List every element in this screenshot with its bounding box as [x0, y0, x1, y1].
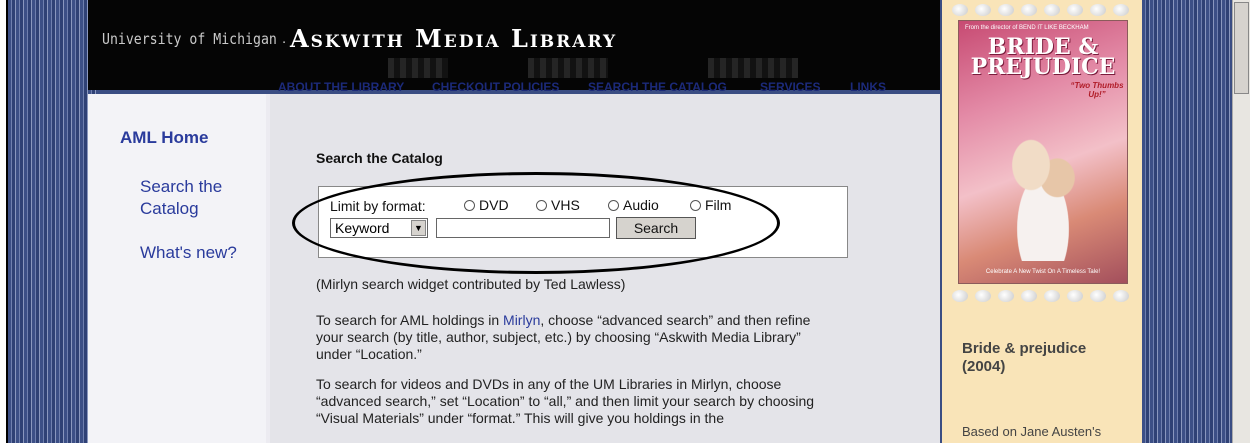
radio-button-icon[interactable]	[690, 199, 701, 211]
poster-quote: “Two Thumbs Up!”	[1070, 81, 1124, 99]
featured-movie-description: Based on Jane Austen's	[962, 424, 1102, 439]
bead-icon	[998, 290, 1014, 302]
chevron-down-icon[interactable]: ▼	[411, 220, 426, 236]
bead-icon	[952, 290, 968, 302]
bead-icon	[1044, 290, 1060, 302]
format-radio-dvd[interactable]: DVD	[464, 197, 509, 213]
bead-icon	[1067, 290, 1083, 302]
poster-title: BRIDE & PREJUDICE	[970, 34, 1116, 80]
film-strip-decoration	[388, 58, 448, 78]
bead-icon	[1113, 290, 1129, 302]
featured-movie-title[interactable]: Bride & prejudice (2004)	[962, 340, 1122, 376]
sidebar-whats-new[interactable]: What's new?	[140, 242, 237, 264]
limit-by-format-label: Limit by format:	[330, 198, 426, 214]
film-strip-decoration	[708, 58, 798, 78]
poster-tag-text: From the director of BEND IT LIKE BECKHA…	[965, 25, 1089, 31]
format-label: Film	[705, 197, 732, 213]
search-button[interactable]: Search	[616, 217, 696, 239]
format-label: VHS	[551, 197, 580, 213]
radio-button-icon[interactable]	[608, 199, 619, 211]
bead-icon	[1044, 4, 1060, 16]
format-radio-film[interactable]: Film	[690, 197, 731, 213]
bead-decoration-bottom	[952, 290, 1129, 302]
vertical-scrollbar[interactable]	[1232, 0, 1250, 443]
poster-artwork	[983, 101, 1103, 261]
film-strip-decoration	[528, 58, 608, 78]
bead-icon	[1113, 4, 1129, 16]
search-section-title: Search the Catalog	[316, 150, 443, 166]
um-libraries-instructions-paragraph: To search for videos and DVDs in any of …	[316, 376, 815, 426]
movie-poster[interactable]: From the director of BEND IT LIKE BECKHA…	[958, 20, 1128, 284]
search-query-input[interactable]	[436, 218, 610, 238]
bead-icon	[952, 4, 968, 16]
sidebar-search-the-catalog[interactable]: Search the Catalog	[140, 176, 240, 220]
bead-icon	[975, 4, 991, 16]
paragraph-text: To search for AML holdings in	[316, 312, 504, 328]
bead-icon	[975, 290, 991, 302]
header-separator: .	[282, 30, 287, 47]
bead-icon	[1090, 290, 1106, 302]
nav-search-the-catalog[interactable]: SEARCH THE CATALOG	[588, 80, 727, 94]
university-name[interactable]: University of Michigan	[102, 30, 277, 48]
nav-about-the-library[interactable]: ABOUT THE LIBRARY	[278, 80, 404, 94]
mirlyn-link[interactable]: Mirlyn	[503, 312, 540, 328]
poster-tagline: Celebrate A New Twist On A Timeless Tale…	[985, 269, 1101, 275]
bead-icon	[1021, 290, 1037, 302]
search-field-select[interactable]: Keyword ▼	[330, 218, 428, 238]
nav-services[interactable]: SERVICES	[760, 80, 820, 94]
scrollbar-thumb[interactable]	[1234, 2, 1249, 94]
library-title[interactable]: Askwith Media Library	[290, 24, 617, 53]
bead-icon	[1021, 4, 1037, 16]
format-radio-audio[interactable]: Audio	[608, 197, 659, 213]
left-decorative-band	[8, 0, 96, 443]
select-value: Keyword	[335, 220, 390, 236]
format-label: DVD	[479, 197, 509, 213]
widget-credit-text: (Mirlyn search widget contributed by Ted…	[316, 276, 626, 292]
format-radio-vhs[interactable]: VHS	[536, 197, 580, 213]
bead-decoration-top	[952, 4, 1129, 16]
sidebar-aml-home[interactable]: AML Home	[120, 128, 208, 148]
bead-icon	[998, 4, 1014, 16]
radio-button-icon[interactable]	[464, 199, 475, 211]
nav-links[interactable]: LINKS	[850, 80, 886, 94]
format-label: Audio	[623, 197, 659, 213]
bead-icon	[1067, 4, 1083, 16]
mirlyn-instructions-paragraph: To search for AML holdings in Mirlyn, ch…	[316, 312, 836, 363]
nav-checkout-policies[interactable]: CHECKOUT POLICIES	[432, 80, 559, 94]
radio-button-icon[interactable]	[536, 199, 547, 211]
bead-icon	[1090, 4, 1106, 16]
